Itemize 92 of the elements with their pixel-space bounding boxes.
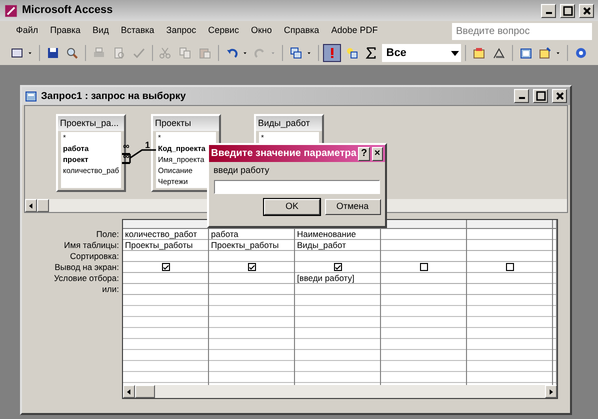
magnifier-icon (66, 47, 78, 59)
grid-cell[interactable]: Проекты_работы (209, 240, 294, 251)
printer-icon (93, 47, 106, 59)
query-icon (25, 90, 37, 102)
help-button[interactable]: ? (358, 146, 370, 160)
relationship-line (122, 149, 156, 164)
one-mark: 1 (145, 141, 150, 150)
cancel-button[interactable]: Отмена (324, 198, 380, 214)
redo-icon (254, 47, 266, 59)
window-title: Запрос1 : запрос на выборку (41, 90, 187, 104)
grid-cell[interactable]: Наименование (295, 229, 380, 240)
sigma-icon (365, 47, 378, 59)
check-icon (248, 264, 254, 270)
spelling-icon (132, 47, 145, 59)
scroll-thumb[interactable] (135, 385, 155, 398)
check-icon (334, 264, 340, 270)
grid-cell[interactable]: количество_работ (123, 229, 208, 240)
maximize-button[interactable] (560, 4, 575, 18)
table-name: Виды_работ (256, 116, 322, 131)
close-button[interactable]: × (372, 146, 383, 160)
save-icon (46, 47, 59, 59)
checkbox[interactable] (162, 263, 170, 271)
left-arrow-icon (125, 388, 133, 396)
checkbox[interactable] (420, 263, 428, 271)
builder-icon (492, 47, 505, 59)
scroll-thumb[interactable] (37, 199, 49, 212)
close-button[interactable] (579, 4, 594, 18)
prompt-label: введи работу (214, 164, 270, 178)
menu-item[interactable]: Сервис (202, 24, 245, 38)
menu-item[interactable]: Запрос (160, 24, 202, 38)
table-name: Проекты_ра... (58, 116, 124, 131)
properties-icon (473, 47, 486, 59)
minimize-button[interactable] (514, 89, 529, 103)
exclamation-button[interactable] (322, 44, 341, 62)
menu-item[interactable]: Окно (244, 24, 278, 38)
minimize-icon (546, 12, 552, 14)
parameter-input[interactable] (214, 180, 380, 194)
maximize-icon (562, 4, 574, 16)
menu-item[interactable]: Справка (278, 24, 326, 38)
grid-cell[interactable]: работа (209, 229, 294, 240)
left-arrow-icon (27, 202, 35, 210)
undo-icon (226, 47, 238, 59)
close-icon (554, 90, 566, 102)
maximize-icon (534, 90, 546, 102)
ok-button[interactable]: OK (264, 198, 320, 214)
row-label: Условие отбора: (52, 273, 120, 284)
database-window-icon (520, 47, 532, 59)
checkbox[interactable] (248, 263, 256, 271)
minimize-icon (518, 97, 524, 99)
scroll-right-button[interactable] (545, 385, 557, 398)
row-label: Вывод на экран: (54, 262, 120, 273)
grid-cell[interactable]: Виды_работ (295, 240, 380, 251)
many-mark: ∞ (123, 142, 130, 151)
help-icon (575, 47, 588, 59)
menu-item[interactable]: Adobe PDF (325, 24, 384, 38)
new-object-icon (539, 47, 552, 59)
view-icon (10, 47, 23, 59)
check-icon (162, 264, 168, 270)
checkbox[interactable] (506, 263, 514, 271)
add-table-icon (346, 47, 358, 59)
filter-combo[interactable]: Все (382, 44, 462, 62)
column-selector[interactable] (381, 220, 466, 229)
row-label: Поле: (95, 229, 120, 240)
checkbox[interactable] (334, 263, 342, 271)
scroll-left-button[interactable] (25, 199, 37, 212)
app-icon (4, 4, 18, 18)
close-button[interactable] (552, 89, 567, 103)
close-icon (580, 4, 592, 16)
print-preview-icon (112, 47, 125, 59)
combo-value: Все (386, 46, 406, 61)
menu-item[interactable]: Вид (86, 24, 115, 38)
right-arrow-icon (547, 388, 555, 396)
menu-item[interactable]: Файл (10, 24, 44, 38)
grid-cell[interactable]: [введи работу] (295, 273, 380, 284)
grid-cell[interactable]: Проекты_работы (123, 240, 208, 251)
row-label: или: (101, 284, 120, 295)
table-name: Проекты (153, 116, 219, 131)
dialog-title: Введите значение параметра (211, 147, 356, 161)
menu-item[interactable]: Вставка (114, 24, 160, 38)
row-label: Сортировка: (68, 251, 120, 262)
query-type-icon (290, 47, 302, 59)
minimize-button[interactable] (541, 4, 556, 18)
maximize-button[interactable] (533, 89, 548, 103)
many-mark: ∞ (123, 152, 130, 161)
paste-icon (199, 47, 211, 59)
menu-item[interactable]: Правка (44, 24, 87, 38)
copy-icon (179, 47, 192, 59)
scroll-left-button[interactable] (123, 385, 135, 398)
window-title: Microsoft Access (22, 3, 114, 18)
help-search-field[interactable]: Введите вопрос (452, 22, 592, 40)
row-label: Имя таблицы: (63, 240, 120, 251)
scissors-icon (159, 47, 172, 59)
